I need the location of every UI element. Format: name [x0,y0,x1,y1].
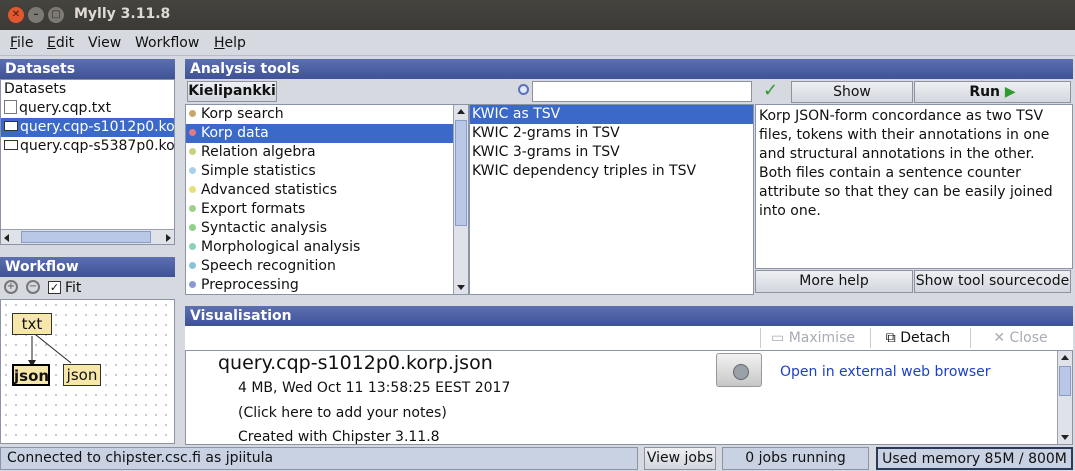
workflow-canvas[interactable]: txt json json [0,299,175,444]
visualisation-content: query.cqp-s1012p0.korp.json 4 MB, Wed Oc… [185,350,1073,445]
minimize-window-icon[interactable]: – [28,7,44,23]
show-tool-sourcecode-button[interactable]: Show tool sourcecode [914,270,1071,293]
menu-workflow[interactable]: Workflow [135,35,199,51]
maximise-icon: ▭ [771,330,785,346]
workflow-panel: Workflow + − ✓ Fit txt json json [0,257,175,444]
datasets-root: Datasets [4,81,67,97]
analysis-tools-panel: Analysis tools Kielipankki Korp search K… [185,59,1073,295]
zoom-in-icon[interactable]: + [4,280,18,294]
dataset-item[interactable]: query.cqp-s5387p0.korp. [1,137,174,156]
dataset-item-selected[interactable]: query.cqp-s1012p0.korp. [1,118,174,137]
tool-search-input[interactable] [532,81,752,102]
window-title: Mylly 3.11.8 [74,6,171,22]
tool-item[interactable]: KWIC dependency triples in TSV [470,162,696,181]
play-icon: ▶ [1004,84,1016,100]
workflow-node-json-selected[interactable]: json [12,364,50,386]
close-visualisation-button[interactable]: ✕ Close [970,328,1070,348]
tool-item[interactable]: KWIC 2-grams in TSV [470,124,620,143]
menu-bar: File Edit View Workflow Help [0,30,1075,56]
data-file-icon [4,121,18,131]
close-window-icon[interactable]: ✕ [8,7,24,23]
category-item[interactable]: Speech recognition [186,257,336,276]
memory-usage: Used memory 85M / 800M [876,447,1073,470]
tool-description: Korp JSON-form concordance as two TSV fi… [759,108,1053,219]
detach-button[interactable]: ⧉ Detach [870,328,965,348]
kielipankki-button[interactable]: Kielipankki [187,81,277,102]
category-item-selected[interactable]: Korp data [186,124,454,143]
file-name: query.cqp-s1012p0.korp.json [218,352,493,374]
search-icon [518,84,529,95]
category-scrollbar[interactable] [453,105,468,294]
menu-file[interactable]: File [10,35,33,51]
category-item[interactable]: Syntactic analysis [186,219,327,238]
tool-item[interactable]: KWIC 3-grams in TSV [470,143,620,162]
add-notes-link[interactable]: (Click here to add your notes) [238,405,447,421]
text-file-icon [4,100,17,114]
zoom-out-icon[interactable]: − [26,280,40,294]
workflow-header: Workflow [0,257,175,277]
maximize-window-icon[interactable]: □ [48,7,64,23]
run-button[interactable]: Run ▶ [914,81,1071,103]
more-help-button[interactable]: More help [755,270,913,293]
jobs-running: 0 jobs running [722,447,869,470]
tool-list: KWIC as TSV KWIC 2-grams in TSV KWIC 3-g… [469,104,754,295]
category-item[interactable]: Morphological analysis [186,238,360,257]
data-file-icon [4,140,18,150]
category-list: Korp search Korp data Relation algebra S… [185,104,469,295]
file-info: 4 MB, Wed Oct 11 13:58:25 EEST 2017 [238,380,511,396]
visualisation-panel: Visualisation ▭ Maximise ⧉ Detach ✕ Clos… [185,306,1073,445]
analysis-tools-header: Analysis tools [185,59,1073,79]
show-parameters-button[interactable]: Show parameters [791,81,913,120]
category-item[interactable]: Relation algebra [186,143,316,162]
window-titlebar: ✕ – □ Mylly 3.11.8 [0,0,1075,30]
fit-label: Fit [65,280,82,296]
visualisation-scrollbar[interactable] [1057,351,1072,444]
tool-item-selected[interactable]: KWIC as TSV [470,105,753,124]
browser-icon [716,353,762,387]
fit-checkbox[interactable]: ✓ [48,281,61,294]
open-external-browser-link[interactable]: Open in external web browser [780,364,991,380]
checkmark-icon: ✓ [763,80,779,101]
category-item[interactable]: Export formats [186,200,305,219]
datasets-header: Datasets [0,59,175,79]
category-item[interactable]: Korp search [186,105,454,124]
close-icon: ✕ [993,330,1006,346]
visualisation-header: Visualisation [185,306,1073,326]
detach-icon: ⧉ [885,330,896,346]
datasets-panel: Datasets Datasets query.cqp.txt query.cq… [0,59,175,245]
menu-view[interactable]: View [88,35,121,51]
category-item[interactable]: Simple statistics [186,162,316,181]
dataset-item[interactable]: query.cqp.txt [1,99,176,118]
datasets-horizontal-scrollbar[interactable] [1,229,174,244]
category-item[interactable]: Advanced statistics [186,181,337,200]
created-with: Created with Chipster 3.11.8 [238,429,440,445]
menu-edit[interactable]: Edit [47,35,74,51]
connection-status: Connected to chipster.csc.fi as jpiitula [0,447,638,470]
view-jobs-button[interactable]: View jobs [644,447,716,470]
workflow-node-json[interactable]: json [63,364,101,386]
tool-description-panel: Korp JSON-form concordance as two TSV fi… [755,104,1073,269]
menu-help[interactable]: Help [214,35,246,51]
workflow-node-txt[interactable]: txt [12,313,52,335]
maximise-button[interactable]: ▭ Maximise [760,328,865,348]
category-item[interactable]: Preprocessing [186,276,299,294]
